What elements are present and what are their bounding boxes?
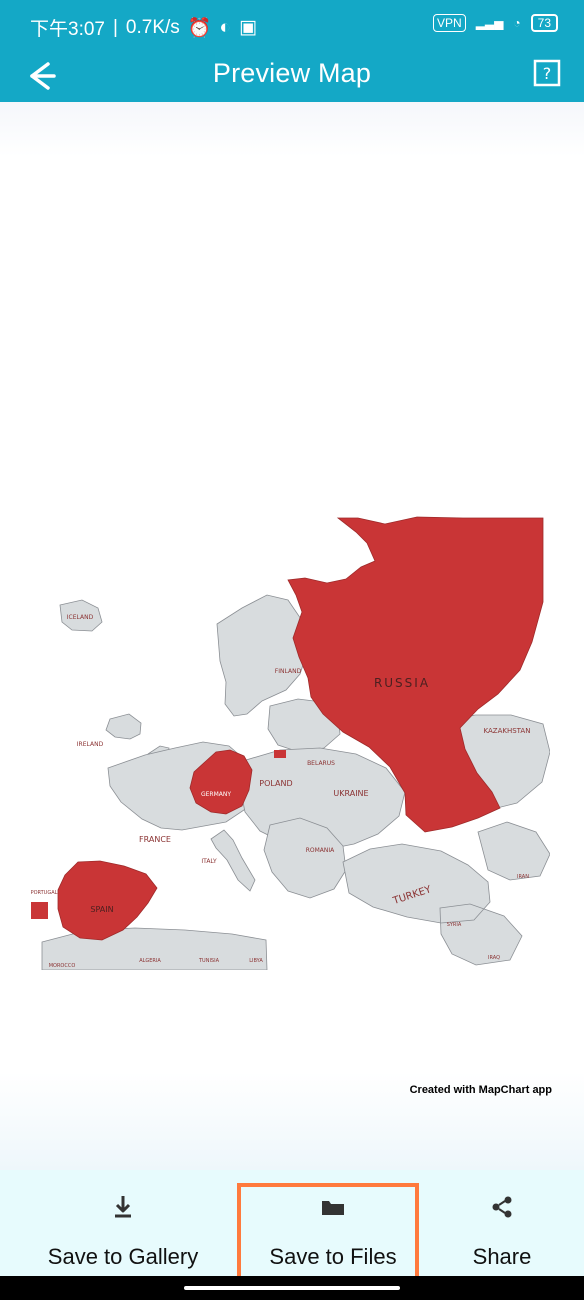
home-indicator	[0, 1276, 584, 1300]
share-button[interactable]: Share	[412, 1192, 584, 1282]
alarm-icon: ⏰	[187, 17, 212, 39]
wifi-icon: ◔	[513, 16, 521, 30]
notification-icon: ▣	[238, 17, 257, 38]
map-label-algeria: ALGERIA	[139, 958, 161, 964]
map-label-poland: POLAND	[259, 779, 292, 788]
map-region-kaliningrad	[274, 750, 286, 758]
map-region-scandinavia	[216, 594, 309, 717]
folder-icon	[322, 1201, 344, 1215]
map-label-romania: ROMANIA	[306, 847, 335, 854]
map-label-tunisia: TUNISIA	[198, 958, 220, 964]
map-label-morocco: MOROCCO	[49, 963, 76, 969]
svg-text:?: ?	[543, 64, 552, 83]
map-label-kazakhstan: KAZAKHSTAN	[484, 727, 531, 735]
map-credit: Created with MapChart app	[409, 1084, 552, 1096]
help-icon: ?	[533, 59, 561, 87]
status-left: 下午3:07 | 0.7K/s ⏰ ◐ ▣	[30, 14, 257, 41]
save-to-files-button[interactable]: Save to Files	[243, 1192, 423, 1282]
europe-map: RUSSIA KAZAKHSTAN FINLAND ICELAND IRELAN…	[31, 516, 550, 970]
map-label-france: FRANCE	[139, 835, 171, 844]
save-to-files-label: Save to Files	[269, 1244, 397, 1269]
map-label-iceland: ICELAND	[67, 614, 94, 621]
map-label-ireland: IRELAND	[77, 741, 104, 748]
app-bar: Preview Map ?	[0, 52, 584, 102]
status-right: VPN ▂▃▅ ◔ 73	[433, 14, 558, 32]
save-to-gallery-label: Save to Gallery	[47, 1244, 199, 1269]
map-label-iran: IRAN	[517, 874, 529, 880]
share-label: Share	[472, 1244, 532, 1269]
save-to-gallery-button[interactable]: Save to Gallery	[33, 1192, 213, 1282]
status-time: 下午3:07	[30, 19, 105, 40]
profile-icon: ◐	[219, 16, 231, 38]
battery-icon: 73	[530, 14, 558, 32]
map-label-finland: FINLAND	[275, 668, 302, 675]
map-label-portugal: PORTUGAL	[31, 890, 58, 896]
download-icon	[115, 1196, 131, 1218]
signal-icon: ▂▃▅	[475, 16, 504, 30]
page-title: Preview Map	[212, 58, 372, 88]
map-region-italy	[210, 829, 256, 892]
home-indicator-line	[184, 1286, 400, 1290]
map-preview-canvas: RUSSIA KAZAKHSTAN FINLAND ICELAND IRELAN…	[0, 102, 584, 1170]
map-label-belarus: BELARUS	[307, 760, 335, 767]
vpn-icon: VPN	[433, 14, 466, 32]
map-label-russia: RUSSIA	[374, 676, 430, 690]
status-bar: 下午3:07 | 0.7K/s ⏰ ◐ ▣ VPN ▂▃▅ ◔ 73	[0, 0, 584, 52]
map-label-ukraine: UKRAINE	[333, 789, 368, 798]
map-region-small-island	[31, 902, 48, 919]
map-label-syria: SYRIA	[447, 922, 462, 928]
map-label-germany: GERMANY	[201, 791, 231, 798]
help-button[interactable]: ?	[532, 58, 562, 88]
map-label-spain: SPAIN	[90, 905, 113, 914]
status-separator: |	[112, 16, 118, 38]
map-label-iraq: IRAQ	[488, 955, 500, 961]
share-icon	[492, 1196, 512, 1218]
map-label-italy: ITALY	[201, 858, 217, 865]
map-label-libya: LIBYA	[249, 958, 263, 964]
status-network-speed: 0.7K/s	[125, 16, 180, 38]
